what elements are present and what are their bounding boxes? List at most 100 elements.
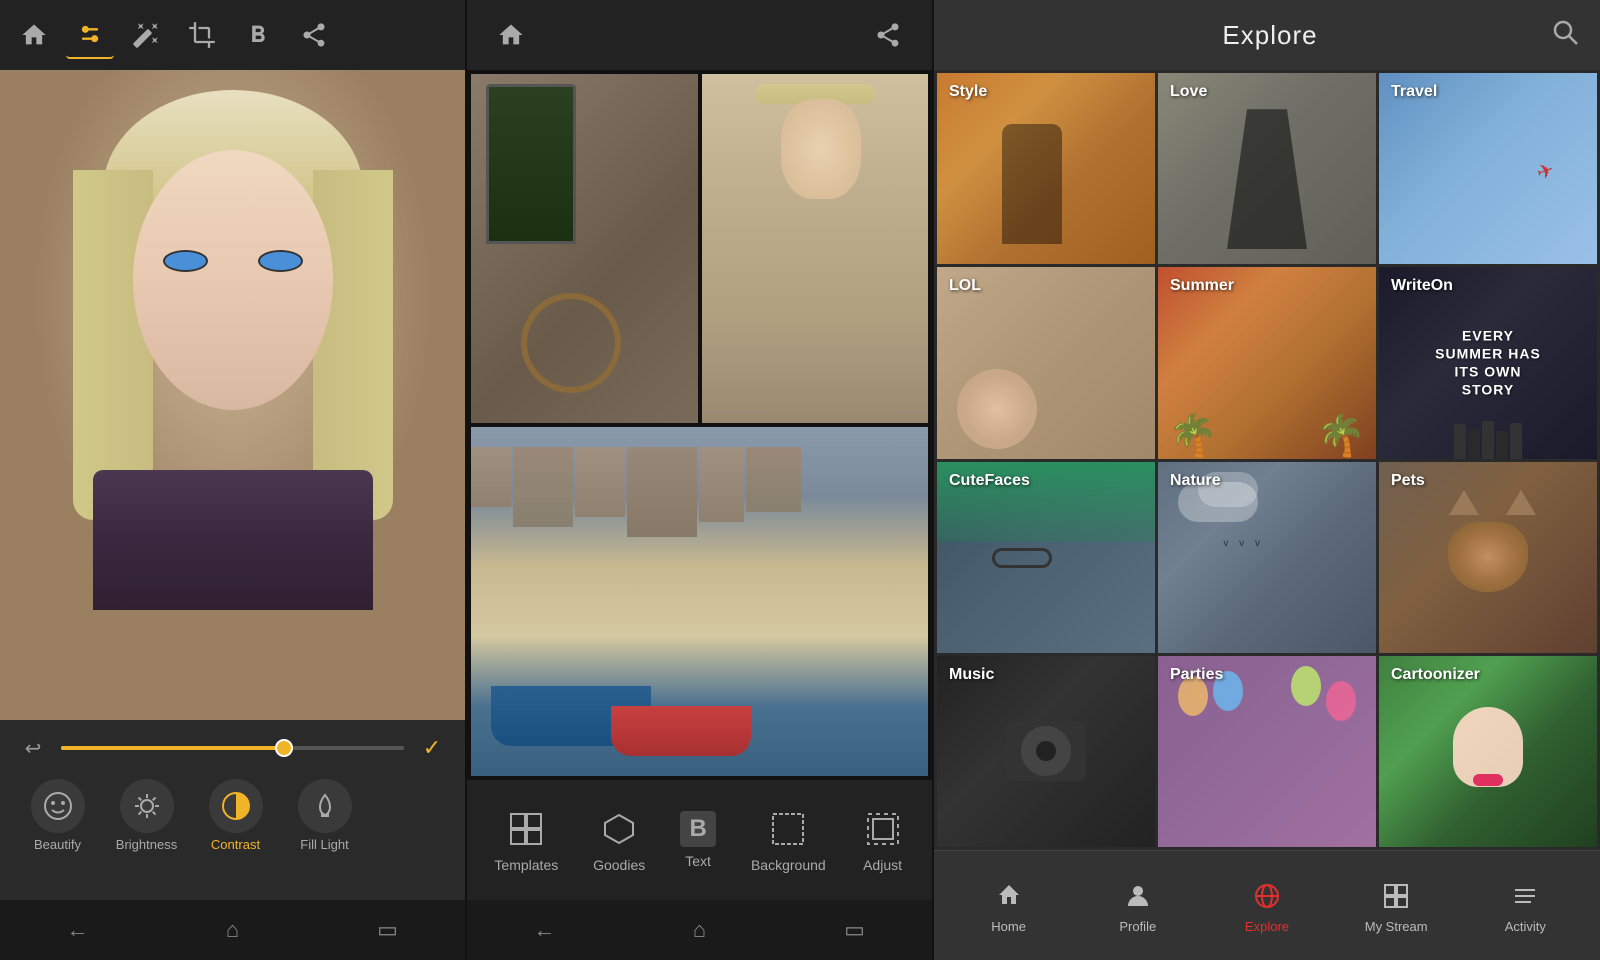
nav-activity[interactable]: Activity (1485, 878, 1565, 934)
explore-cell-love[interactable]: Love (1158, 73, 1376, 264)
nav-goodies[interactable]: Goodies (593, 807, 645, 873)
my-stream-icon (1378, 878, 1414, 914)
panel2-bottom-nav: Templates Goodies B Text Background (467, 780, 932, 900)
nature-label: Nature (1170, 472, 1221, 490)
slider-fill (61, 746, 284, 750)
tools-row: Beautify Brightness (15, 774, 450, 857)
style-label: Style (949, 83, 987, 101)
travel-bg: ✈ (1379, 73, 1597, 264)
explore-cell-cutefaces[interactable]: CuteFaces (937, 462, 1155, 653)
slider-thumb[interactable] (275, 739, 293, 757)
nav-background[interactable]: Background (751, 807, 826, 873)
explore-cell-pets[interactable]: Pets (1379, 462, 1597, 653)
recent-button[interactable]: ▭ (358, 905, 418, 955)
back-button[interactable]: ← (48, 905, 108, 955)
explore-title: Explore (1222, 20, 1317, 51)
confirm-button[interactable]: ✓ (414, 730, 450, 766)
explore-cell-travel[interactable]: ✈ Travel (1379, 73, 1597, 264)
nav-my-stream[interactable]: My Stream (1356, 878, 1436, 934)
fill-light-label: Fill Light (300, 837, 348, 852)
explore-icon (1249, 878, 1285, 914)
face (133, 150, 333, 410)
brightness-icon (120, 779, 174, 833)
nav-templates[interactable]: Templates (494, 807, 558, 873)
adjust-button[interactable] (66, 11, 114, 59)
nav-text[interactable]: B Text (680, 811, 716, 869)
summer-label: Summer (1170, 277, 1234, 295)
crop-button[interactable] (178, 11, 226, 59)
home-button[interactable] (10, 11, 58, 59)
love-label: Love (1170, 83, 1207, 101)
magic-button[interactable] (122, 11, 170, 59)
panel1-controls: ↩ ✓ Beautify (0, 720, 465, 900)
collage-share-button[interactable] (864, 11, 912, 59)
explore-cell-writeon[interactable]: WriteOn EVERY SUMMER HAS ITS OWN STORY (1379, 267, 1597, 458)
goodies-label: Goodies (593, 857, 645, 873)
collage-back-button[interactable]: ← (515, 905, 575, 955)
boat2-decoration (611, 706, 751, 756)
scarf (93, 470, 373, 610)
eye-left (163, 250, 208, 272)
panel-explore: Explore Style Love (934, 0, 1600, 960)
glasses-decoration (992, 548, 1052, 568)
explore-cell-summer[interactable]: 🌴 🌴 Summer (1158, 267, 1376, 458)
tool-beautify[interactable]: Beautify (15, 774, 100, 857)
explore-label: Explore (1245, 919, 1289, 934)
airplane-decoration: ✈ (1533, 157, 1557, 186)
activity-icon (1507, 878, 1543, 914)
eye-right (258, 250, 303, 272)
my-stream-label: My Stream (1365, 919, 1428, 934)
beautify-icon (31, 779, 85, 833)
activity-label: Activity (1505, 919, 1546, 934)
lol-bg (937, 267, 1155, 458)
nav-home[interactable]: Home (969, 878, 1049, 934)
undo-button[interactable]: ↩ (15, 730, 51, 766)
nav-adjust[interactable]: Adjust (861, 807, 905, 873)
tool-fill-light[interactable]: Fill Light (282, 774, 367, 857)
hair-left (73, 170, 153, 520)
portrait-face (73, 90, 393, 610)
door-decoration (486, 84, 576, 244)
collage-recent-button[interactable]: ▭ (825, 905, 885, 955)
fill-light-icon (298, 779, 352, 833)
collage-cell-boats[interactable] (471, 427, 928, 776)
parties-bg (1158, 656, 1376, 847)
templates-icon (504, 807, 548, 851)
explore-cell-nature[interactable]: v v v Nature (1158, 462, 1376, 653)
controls-top-row: ↩ ✓ (15, 730, 450, 766)
collage-home-button[interactable] (487, 11, 535, 59)
search-button[interactable] (1550, 17, 1580, 54)
explore-cell-cartoonizer[interactable]: Cartoonizer (1379, 656, 1597, 847)
explore-cell-music[interactable]: Music (937, 656, 1155, 847)
brightness-label: Brightness (116, 837, 177, 852)
bold-button[interactable] (234, 11, 282, 59)
music-bg (937, 656, 1155, 847)
share-button[interactable] (290, 11, 338, 59)
collage-home-nav-button[interactable]: ⌂ (670, 905, 730, 955)
writeon-text-decoration: EVERY SUMMER HAS ITS OWN STORY (1434, 327, 1543, 400)
birds-decoration: v v v (1223, 538, 1264, 549)
nav-profile[interactable]: Profile (1098, 878, 1178, 934)
explore-cell-lol[interactable]: LOL (937, 267, 1155, 458)
explore-bottom-nav: Home Profile Explore (934, 850, 1600, 960)
hair-right (313, 170, 393, 520)
home-nav-label: Home (991, 919, 1026, 934)
explore-cell-style[interactable]: Style (937, 73, 1155, 264)
panel-collage-editor: Templates Goodies B Text Background (467, 0, 934, 960)
tool-contrast[interactable]: Contrast (193, 774, 278, 857)
portrait-image (0, 70, 465, 720)
collage-cell-bike[interactable] (471, 74, 698, 423)
tool-brightness[interactable]: Brightness (104, 774, 189, 857)
baby-face-decoration (957, 369, 1037, 449)
text-label: Text (685, 853, 711, 869)
nav-explore[interactable]: Explore (1227, 878, 1307, 934)
explore-cell-parties[interactable]: Parties (1158, 656, 1376, 847)
profile-icon (1120, 878, 1156, 914)
background-icon (766, 807, 810, 851)
collage-cell-girl[interactable] (702, 74, 929, 423)
home-nav-button[interactable]: ⌂ (203, 905, 263, 955)
nature-bg: v v v (1158, 462, 1376, 653)
slider-track[interactable] (61, 746, 404, 750)
parties-label: Parties (1170, 666, 1223, 684)
cutefaces-bg (937, 462, 1155, 653)
